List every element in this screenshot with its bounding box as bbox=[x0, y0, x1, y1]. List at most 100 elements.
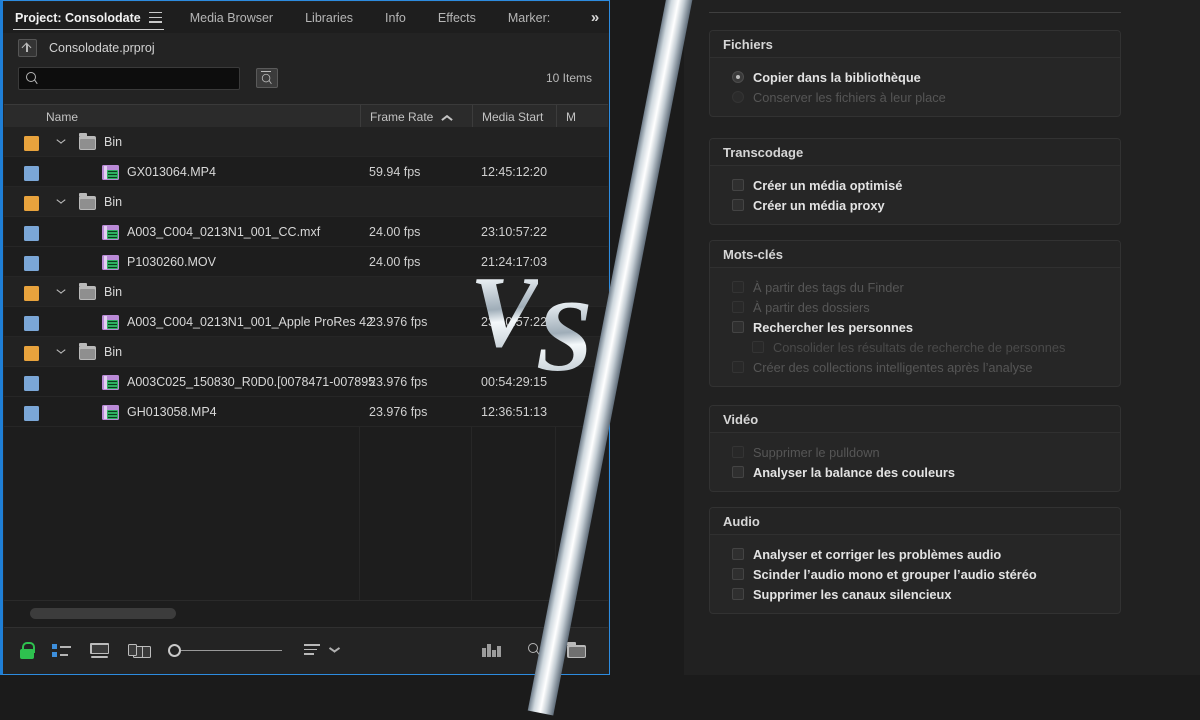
table-row[interactable]: A003_C004_0213N1_001_Apple ProRes 42 23.… bbox=[4, 307, 608, 337]
filter-bin-content-button[interactable] bbox=[256, 68, 278, 88]
column-header-media-end-label: M bbox=[566, 109, 576, 124]
option-creer-media-proxy[interactable]: Créer un média proxy bbox=[710, 195, 1120, 215]
tab-media-browser[interactable]: Media Browser bbox=[190, 2, 273, 33]
checkbox-icon[interactable] bbox=[732, 588, 744, 600]
table-row[interactable]: Bin bbox=[4, 277, 608, 307]
table-row[interactable]: P1030260.MOV 24.00 fps 21:24:17:03 bbox=[4, 247, 608, 277]
zoom-slider[interactable] bbox=[168, 643, 282, 659]
checkbox-icon[interactable] bbox=[732, 466, 744, 478]
checkbox-icon[interactable] bbox=[732, 361, 744, 373]
label-color-swatch[interactable] bbox=[24, 346, 39, 361]
column-header-frame-rate[interactable]: Frame Rate bbox=[360, 105, 452, 128]
tab-project[interactable]: Project: Consolodate bbox=[3, 2, 168, 33]
option-conserver-les-fichiers[interactable]: Conserver les fichiers à leur place bbox=[710, 87, 1120, 107]
label-color-swatch[interactable] bbox=[24, 226, 39, 241]
option-tags-finder[interactable]: À partir des tags du Finder bbox=[710, 277, 1120, 297]
panel-menu-icon[interactable] bbox=[148, 12, 162, 23]
icon-view-icon[interactable] bbox=[90, 643, 109, 658]
column-header-media-end[interactable]: M bbox=[556, 105, 576, 128]
tab-info[interactable]: Info bbox=[385, 2, 406, 33]
table-row[interactable]: GH013058.MP4 23.976 fps 12:36:51:13 bbox=[4, 397, 608, 427]
checkbox-icon[interactable] bbox=[732, 446, 744, 458]
label-color-swatch[interactable] bbox=[24, 256, 39, 271]
list-view-icon[interactable] bbox=[52, 643, 71, 658]
project-breadcrumb-row: Consolodate.prproj bbox=[4, 33, 608, 62]
checkbox-icon[interactable] bbox=[732, 301, 744, 313]
slider-track[interactable] bbox=[181, 649, 282, 652]
sort-icon[interactable] bbox=[304, 644, 320, 657]
option-consolider-resultats[interactable]: Consolider les résultats de recherche de… bbox=[710, 337, 1120, 357]
tab-info-label: Info bbox=[385, 10, 406, 25]
checkbox-icon[interactable] bbox=[732, 281, 744, 293]
tab-media-browser-label: Media Browser bbox=[189, 10, 274, 25]
video-clip-icon bbox=[102, 255, 119, 270]
option-collections-intelligentes[interactable]: Créer des collections intelligentes aprè… bbox=[710, 357, 1120, 377]
folder-icon bbox=[79, 343, 96, 360]
option-analyser-balance-couleurs[interactable]: Analyser la balance des couleurs bbox=[710, 462, 1120, 482]
search-input[interactable] bbox=[39, 68, 239, 88]
disclosure-triangle-icon[interactable] bbox=[56, 349, 66, 356]
radio-icon[interactable] bbox=[732, 71, 744, 83]
option-creer-media-optimise[interactable]: Créer un média optimisé bbox=[710, 175, 1120, 195]
scrollbar-thumb[interactable] bbox=[30, 608, 176, 619]
item-name: Bin bbox=[104, 194, 123, 209]
table-row[interactable]: Bin bbox=[4, 337, 608, 367]
disclosure-triangle-icon[interactable] bbox=[56, 289, 66, 296]
group-transcodage-title: Transcodage bbox=[710, 139, 1120, 166]
bars-icon[interactable] bbox=[482, 644, 504, 657]
find-search-icon[interactable] bbox=[528, 643, 543, 658]
radio-icon[interactable] bbox=[732, 91, 744, 103]
checkbox-icon[interactable] bbox=[732, 548, 744, 560]
disclosure-triangle-icon[interactable] bbox=[56, 139, 66, 146]
project-item-list[interactable]: Bin GX013064.MP4 59.94 fps 12:45:12:20 B… bbox=[4, 127, 608, 601]
table-row[interactable]: GX013064.MP4 59.94 fps 12:45:12:20 bbox=[4, 157, 608, 187]
item-media-start: 21:24:17:03 bbox=[481, 254, 548, 269]
group-video-title: Vidéo bbox=[710, 406, 1120, 433]
lock-open-icon[interactable] bbox=[19, 642, 35, 659]
tab-project-label: Project: Consolodate bbox=[15, 10, 141, 25]
horizontal-scrollbar[interactable] bbox=[4, 600, 608, 628]
checkbox-icon[interactable] bbox=[732, 568, 744, 580]
new-bin-folder-icon[interactable] bbox=[567, 642, 586, 658]
table-row[interactable]: Bin bbox=[4, 127, 608, 157]
item-name: Bin bbox=[104, 134, 123, 149]
checkbox-icon[interactable] bbox=[732, 321, 744, 333]
chevron-down-icon[interactable] bbox=[329, 647, 340, 654]
label-color-swatch[interactable] bbox=[24, 196, 39, 211]
table-row[interactable]: Bin bbox=[4, 187, 608, 217]
tab-libraries[interactable]: Libraries bbox=[305, 2, 353, 33]
freeform-view-icon[interactable] bbox=[128, 643, 151, 659]
option-supprimer-canaux-silencieux[interactable]: Supprimer les canaux silencieux bbox=[710, 584, 1120, 604]
items-count-label: 10 Items bbox=[545, 71, 592, 85]
label-color-swatch[interactable] bbox=[24, 376, 39, 391]
column-header-media-start[interactable]: Media Start bbox=[472, 105, 543, 128]
tab-markers[interactable]: Marker: bbox=[508, 2, 550, 33]
disclosure-triangle-icon[interactable] bbox=[56, 199, 66, 206]
option-rechercher-les-personnes[interactable]: Rechercher les personnes bbox=[710, 317, 1120, 337]
option-copier-dans-la-bibliotheque[interactable]: Copier dans la bibliothèque bbox=[710, 67, 1120, 87]
checkbox-icon[interactable] bbox=[752, 341, 764, 353]
label-color-swatch[interactable] bbox=[24, 166, 39, 181]
sort-ascending-icon bbox=[442, 114, 452, 120]
slider-knob[interactable] bbox=[168, 644, 181, 657]
table-row[interactable]: A003_C004_0213N1_001_CC.mxf 24.00 fps 23… bbox=[4, 217, 608, 247]
navigate-up-icon[interactable] bbox=[18, 38, 37, 57]
label-color-swatch[interactable] bbox=[24, 316, 39, 331]
option-analyser-corriger-audio[interactable]: Analyser et corriger les problèmes audio bbox=[710, 544, 1120, 564]
group-mots-cles-body: À partir des tags du Finder À partir des… bbox=[710, 268, 1120, 386]
tab-effects[interactable]: Effects bbox=[438, 2, 476, 33]
option-supprimer-pulldown[interactable]: Supprimer le pulldown bbox=[710, 442, 1120, 462]
option-scinder-audio-mono[interactable]: Scinder l’audio mono et grouper l’audio … bbox=[710, 564, 1120, 584]
group-fichiers-body: Copier dans la bibliothèque Conserver le… bbox=[710, 58, 1120, 116]
search-field[interactable] bbox=[18, 66, 240, 90]
checkbox-icon[interactable] bbox=[732, 199, 744, 211]
checkbox-icon[interactable] bbox=[732, 179, 744, 191]
label-color-swatch[interactable] bbox=[24, 136, 39, 151]
table-row[interactable]: A003C025_150830_R0D0.[0078471-007895 23.… bbox=[4, 367, 608, 397]
option-a-partir-des-dossiers[interactable]: À partir des dossiers bbox=[710, 297, 1120, 317]
label-color-swatch[interactable] bbox=[24, 406, 39, 421]
label-color-swatch[interactable] bbox=[24, 286, 39, 301]
tabs-overflow-chevron-icon[interactable]: » bbox=[579, 2, 609, 33]
column-header-name[interactable]: Name bbox=[46, 105, 78, 128]
item-frame-rate: 23.976 fps bbox=[369, 314, 428, 329]
